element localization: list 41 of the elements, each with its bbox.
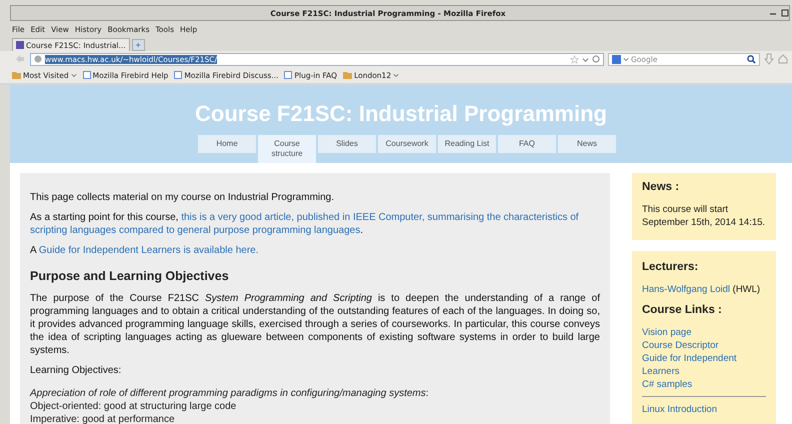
link[interactable]: this is a very good article, published in IEEE Computer, summarising the characteristics of <box>181 212 579 223</box>
nav-tab[interactable]: Slides <box>318 135 376 153</box>
paragraph: As a starting point for this course, this is a very good article, published in IEEE Computer, summarising the characteristics of scripting languages compared to general purpose programming languages. <box>30 211 580 237</box>
folder-icon <box>12 71 21 79</box>
nav-tab[interactable]: Coursework <box>378 135 436 153</box>
course-link[interactable]: Guide for Independent Learners <box>642 352 766 378</box>
dropdown-icon[interactable] <box>623 56 629 62</box>
objective-line: Imperative: good at performance <box>30 413 176 424</box>
new-tab-button[interactable]: + <box>132 39 145 51</box>
box-title: News : <box>642 181 680 193</box>
star-icon[interactable] <box>570 54 579 64</box>
objective-line: Object-oriented: good at structuring large code <box>30 400 238 413</box>
nav-tab[interactable]: FAQ <box>498 135 556 153</box>
box-title: Course Links : <box>642 304 723 316</box>
news-text: This course will start September 15th, 2014 14:15. <box>642 203 766 229</box>
link[interactable]: scripting languages compared to general purpose programming languages <box>30 225 360 236</box>
paragraph: Learning Objectives: <box>30 364 122 377</box>
lecturer-link[interactable]: Hans-Wolfgang Loidl <box>642 284 730 295</box>
course-link[interactable]: Course Descriptor <box>642 339 766 352</box>
link[interactable]: Guide for Independent Learners is available here. <box>38 245 258 256</box>
nav-tab[interactable]: Course structure <box>258 135 316 163</box>
box-title: Lecturers: <box>642 261 700 273</box>
paragraph: The purpose of the Course F21SC System Programming and Scripting is to deepen the understanding of a range of programming languages and to obtain a critical understanding of the outstanding features of each of the languages. In doing so, it provides advanced programming language skills, exercised through a series of courseworks. In particular, this course conveys the idea of scripting languages acting as glueware between components of existing software systems in order to build large systems. <box>30 292 600 357</box>
nav-tab[interactable]: News <box>558 135 616 153</box>
course-link[interactable]: Vision page <box>642 326 766 339</box>
dropdown-icon <box>393 72 400 78</box>
course-link[interactable]: C# samples <box>642 378 766 391</box>
page-title: Course F21SC: Industrial Programming <box>195 101 607 127</box>
dropdown-icon <box>70 72 77 78</box>
search-icon[interactable] <box>747 54 756 64</box>
section-heading: Purpose and Learning Objectives <box>30 269 230 283</box>
paragraph: A Guide for Independent Learners is available here. <box>30 244 260 257</box>
restore-icon[interactable] <box>781 9 789 17</box>
lecturer-initials: (HWL) <box>732 284 760 295</box>
folder-icon <box>343 71 352 79</box>
objective-line: Appreciation of role of different programming paradigms in configuring/managing systems: <box>30 387 430 400</box>
paragraph: This page collects material on my course on Industrial Programming. <box>30 191 336 204</box>
nav-tab[interactable]: Reading List <box>438 135 496 153</box>
dropdown-icon[interactable] <box>582 56 589 62</box>
course-link[interactable]: Linux Introduction <box>642 403 766 416</box>
nav-tab[interactable]: Home <box>198 135 256 153</box>
